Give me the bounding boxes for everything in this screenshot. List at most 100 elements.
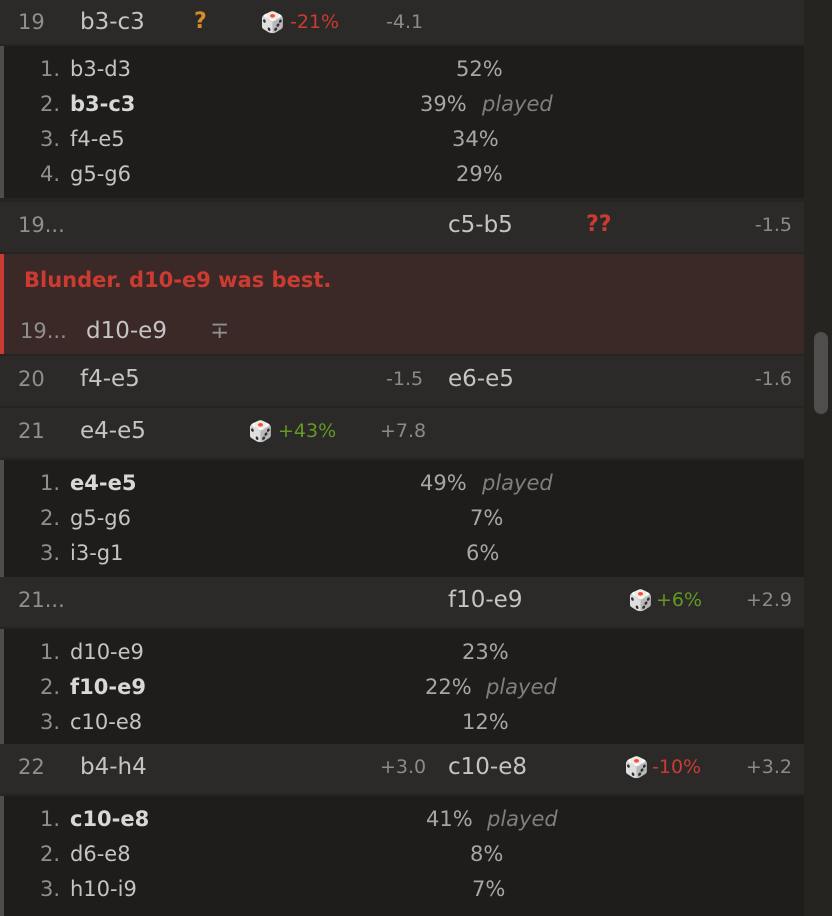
alt-index: 1. [40, 471, 61, 495]
alt-move[interactable]: f4-e5 [70, 122, 125, 157]
alternatives-list: 1. e4-e5 49% played 2. g5-g6 7% 3. i3-g1… [0, 460, 804, 577]
eval-score: +3.0 [380, 756, 427, 778]
alt-percent: 7% [470, 506, 504, 530]
played-label: played [482, 92, 553, 116]
alt-percent: 12% [462, 710, 509, 734]
mistake-glyph: ? [194, 9, 207, 34]
win-chance-delta: -21% [290, 11, 340, 33]
best-move[interactable]: d10-e9 [86, 316, 167, 346]
alt-move[interactable]: c10-e8 [70, 705, 142, 740]
white-move[interactable]: b4-h4 [80, 744, 147, 790]
eval-symbol: ∓ [210, 318, 230, 344]
alt-percent: 23% [462, 640, 509, 664]
move-number: 19... [20, 319, 67, 343]
alternatives-list: 1. d10-e9 23% 2. f10-e9 22% played 3. c1… [0, 629, 804, 744]
win-chance-delta: +6% [656, 589, 703, 611]
list-item[interactable]: 2. g5-g6 7% [4, 501, 804, 536]
move-number: 22 [18, 755, 45, 779]
eval-score: -1.5 [386, 368, 424, 390]
black-move[interactable]: e6-e5 [448, 356, 514, 402]
alt-move[interactable]: e4-e5 [70, 466, 136, 501]
list-item[interactable]: 3. i3-g1 6% [4, 536, 804, 571]
black-move[interactable]: c5-b5 [448, 202, 513, 248]
alt-percent: 22% [425, 675, 472, 699]
alt-index: 1. [40, 807, 61, 831]
eval-score: -1.6 [754, 368, 792, 390]
list-item[interactable]: 1. d10-e9 23% [4, 635, 804, 670]
alt-index: 2. [40, 842, 61, 866]
alt-percent: 49% [420, 471, 467, 495]
move-row[interactable]: 19... c5-b5 ?? -1.5 [0, 202, 804, 254]
eval-score: +3.2 [745, 756, 792, 778]
played-label: played [486, 675, 557, 699]
blunder-glyph: ?? [586, 212, 612, 237]
list-item[interactable]: 1. c10-e8 41% played [4, 802, 804, 837]
alt-index: 3. [40, 710, 61, 734]
alt-index: 2. [40, 675, 61, 699]
win-chance-delta: -10% [652, 756, 702, 778]
move-number: 20 [18, 367, 45, 391]
scrollbar[interactable] [810, 0, 832, 906]
move-number: 21 [18, 419, 45, 443]
alt-move[interactable]: f10-e9 [70, 670, 146, 705]
alternatives-list: 1. c10-e8 41% played 2. d6-e8 8% 3. h10-… [0, 796, 804, 916]
move-list: 19 b3-c3 ? 🎲 -21% -4.1 1. b3-d3 52% 2. b… [0, 0, 804, 916]
move-row[interactable]: 20 f4-e5 -1.5 e6-e5 -1.6 [0, 356, 804, 408]
alt-index: 2. [40, 92, 61, 116]
move-row[interactable]: 21... f10-e9 🎲 +6% +2.9 [0, 577, 804, 629]
eval-score: -4.1 [386, 11, 424, 33]
alt-move[interactable]: b3-c3 [70, 87, 135, 122]
alt-index: 1. [40, 57, 61, 81]
black-move[interactable]: f10-e9 [448, 577, 522, 623]
list-item[interactable]: 3. c10-e8 12% [4, 705, 804, 740]
alt-move[interactable]: h10-i9 [70, 872, 137, 907]
white-move[interactable]: e4-e5 [80, 408, 146, 454]
move-row[interactable]: 19 b3-c3 ? 🎲 -21% -4.1 [0, 0, 804, 46]
alt-index: 3. [40, 877, 61, 901]
alt-index: 2. [40, 506, 61, 530]
alternatives-list: 1. b3-d3 52% 2. b3-c3 39% played 3. f4-e… [0, 46, 804, 198]
alt-percent: 29% [456, 162, 503, 186]
dice-icon: 🎲 [248, 419, 273, 443]
alt-move[interactable]: d10-e9 [70, 635, 144, 670]
alt-index: 3. [40, 127, 61, 151]
move-number: 19... [18, 213, 65, 237]
played-label: played [482, 471, 553, 495]
alt-move[interactable]: g5-g6 [70, 501, 131, 536]
move-row[interactable]: 22 b4-h4 +3.0 c10-e8 🎲 -10% +3.2 [0, 744, 804, 796]
alt-percent: 7% [472, 877, 506, 901]
list-item[interactable]: 3. h10-i9 7% [4, 872, 804, 907]
alt-move[interactable]: d6-e8 [70, 837, 131, 872]
win-chance-delta: +43% [278, 420, 337, 442]
list-item[interactable]: 1. e4-e5 49% played [4, 466, 804, 501]
alt-move[interactable]: g5-g6 [70, 157, 131, 192]
white-move[interactable]: f4-e5 [80, 356, 140, 402]
alt-index: 1. [40, 640, 61, 664]
move-number: 19 [18, 10, 45, 34]
played-label: played [487, 807, 558, 831]
alt-percent: 39% [420, 92, 467, 116]
list-item[interactable]: 1. b3-d3 52% [4, 52, 804, 87]
eval-score: +7.8 [380, 420, 427, 442]
scrollbar-thumb[interactable] [814, 332, 828, 414]
alt-percent: 34% [452, 127, 499, 151]
dice-icon: 🎲 [260, 10, 285, 34]
eval-score: -1.5 [754, 214, 792, 236]
list-item[interactable]: 2. d6-e8 8% [4, 837, 804, 872]
alt-move[interactable]: c10-e8 [70, 802, 149, 837]
alt-move[interactable]: i3-g1 [70, 536, 123, 571]
dice-icon: 🎲 [624, 755, 649, 779]
list-item[interactable]: 2. b3-c3 39% played [4, 87, 804, 122]
list-item[interactable]: 3. f4-e5 34% [4, 122, 804, 157]
dice-icon: 🎲 [628, 588, 653, 612]
list-item[interactable]: 2. f10-e9 22% played [4, 670, 804, 705]
white-move[interactable]: b3-c3 [80, 0, 145, 44]
alt-move[interactable]: b3-d3 [70, 52, 131, 87]
move-row[interactable]: 21 e4-e5 🎲 +43% +7.8 [0, 408, 804, 460]
blunder-comment: Blunder. d10-e9 was best. 19... d10-e9 ∓ [0, 254, 804, 354]
eval-score: +2.9 [745, 589, 792, 611]
move-number: 21... [18, 588, 65, 612]
list-item[interactable]: 4. g5-g6 29% [4, 157, 804, 192]
black-move[interactable]: c10-e8 [448, 744, 527, 790]
alt-percent: 52% [456, 57, 503, 81]
